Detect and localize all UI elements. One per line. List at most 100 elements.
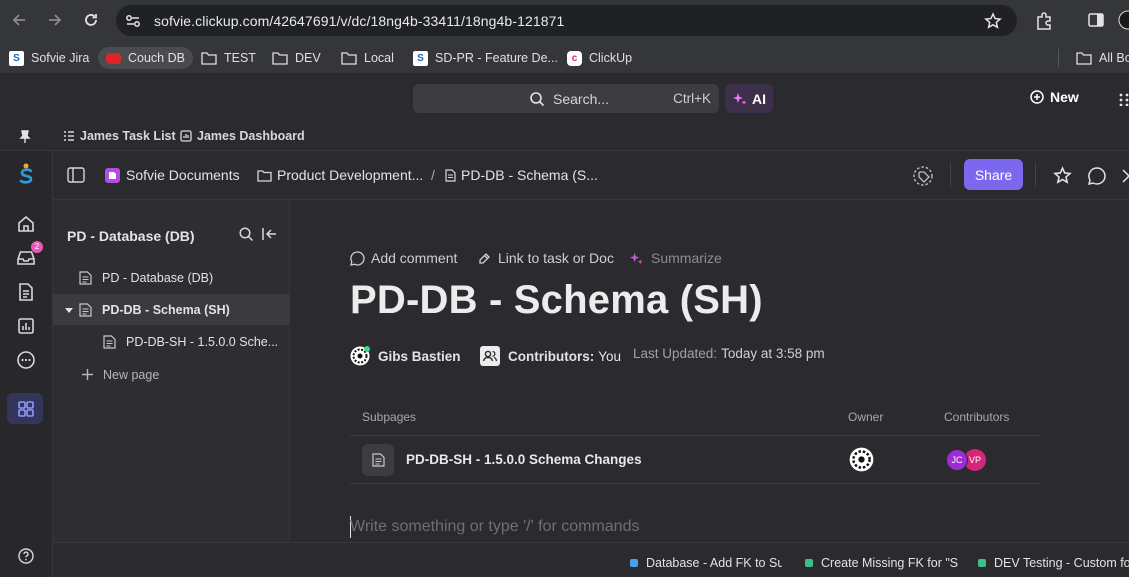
workspace-logo[interactable] [17, 163, 37, 184]
favorite-james-task-list[interactable]: James Task List [63, 129, 176, 143]
doc-icon [79, 270, 92, 285]
doc-page: Add comment Link to task or Doc Summariz… [290, 200, 1129, 542]
dashboard-icon [180, 130, 192, 142]
subpage-title[interactable]: PD-DB-SH - 1.5.0.0 Schema Changes [406, 452, 642, 467]
link-task-label: Link to task or Doc [498, 250, 614, 266]
comment-icon [350, 250, 365, 266]
search-icon[interactable] [239, 227, 254, 242]
spaces-grid-icon[interactable] [16, 399, 36, 419]
doc-sidebar: PD - Database (DB) PD - Database (DB) PD… [53, 200, 290, 542]
back-icon[interactable] [9, 10, 29, 30]
divider [950, 163, 951, 187]
breadcrumb-space-label: Sofvie Documents [126, 167, 240, 183]
bookmark-folder-dev[interactable]: DEV [266, 47, 327, 69]
doc-icon [79, 302, 92, 317]
share-button[interactable]: Share [964, 159, 1023, 190]
caret-down-icon[interactable] [65, 306, 73, 314]
search-shortcut: Ctrl+K [673, 91, 711, 106]
bookmark-star-icon[interactable] [984, 12, 1002, 30]
tree-item-schema[interactable]: PD-DB - Schema (SH) [53, 294, 289, 325]
inbox-badge: 2 [31, 241, 43, 253]
dashboards-icon[interactable] [16, 316, 36, 336]
folder-icon [201, 51, 217, 65]
new-label: New [1050, 89, 1079, 105]
tray-task[interactable]: Database - Add FK to Sub [630, 556, 782, 570]
search-input[interactable]: Search... Ctrl+K [413, 84, 719, 113]
page-title[interactable]: PD-DB - Schema (SH) [350, 278, 763, 323]
couchdb-favicon [106, 52, 121, 64]
profile-avatar[interactable] [1118, 10, 1129, 30]
collapse-sidebar-icon[interactable] [262, 227, 278, 241]
link-icon [477, 251, 492, 266]
tray-task-label: Database - Add FK to Sub [646, 556, 782, 570]
bookmark-label: All Bo [1099, 51, 1129, 65]
bookmark-label: Sofvie Jira [31, 51, 90, 65]
workspace-rail: 2 [0, 151, 53, 577]
plus-icon [81, 368, 94, 381]
contributors-icon [480, 346, 500, 366]
add-comment-button[interactable]: Add comment [350, 250, 457, 266]
comment-icon[interactable] [1087, 166, 1107, 186]
apps-grid-icon[interactable] [1118, 92, 1129, 106]
tag-icon[interactable] [912, 165, 934, 187]
home-icon[interactable] [16, 214, 36, 234]
doc-contributors[interactable]: Contributors: You [480, 346, 621, 366]
breadcrumb-space[interactable]: Sofvie Documents [105, 167, 240, 183]
pin-icon[interactable] [19, 130, 31, 144]
tray-task[interactable]: Create Missing FK for "Sul [805, 556, 958, 570]
help-icon[interactable] [18, 548, 38, 568]
favorite-star-icon[interactable] [1053, 166, 1072, 185]
space-icon [105, 167, 120, 183]
table-row[interactable]: PD-DB-SH - 1.5.0.0 Schema Changes VP JC [350, 436, 1040, 483]
contributors-value: You [598, 348, 622, 364]
breadcrumb-doc[interactable]: PD-DB - Schema (S... [445, 167, 598, 183]
breadcrumb-folder[interactable]: Product Development... [257, 167, 423, 183]
tree-item-database[interactable]: PD - Database (DB) [53, 262, 289, 293]
browser-toolbar: sofvie.clickup.com/42647691/v/dc/18ng4b-… [0, 0, 1129, 41]
author-name: Gibs Bastien [378, 348, 461, 364]
task-status-square [630, 559, 638, 567]
editor-input[interactable]: Write something or type '/' for commands [350, 518, 639, 536]
plus-circle-icon [1030, 90, 1044, 104]
side-panel-icon[interactable] [1087, 11, 1105, 29]
favorite-james-dashboard[interactable]: James Dashboard [180, 129, 305, 143]
bookmark-clickup[interactable]: c ClickUp [561, 47, 638, 69]
ai-button[interactable]: AI [725, 84, 773, 113]
bookmark-sofvie-jira[interactable]: S Sofvie Jira [3, 47, 95, 69]
url-text[interactable]: sofvie.clickup.com/42647691/v/dc/18ng4b-… [154, 13, 564, 29]
doc-author[interactable]: Gibs Bastien [350, 346, 461, 366]
bookmark-folder-local[interactable]: Local [335, 47, 400, 69]
forward-icon[interactable] [45, 10, 65, 30]
extensions-icon[interactable] [1034, 11, 1054, 31]
summarize-button[interactable]: Summarize [629, 250, 722, 266]
sofvie-favicon: S [9, 50, 24, 66]
bookmark-folder-test[interactable]: TEST [195, 47, 262, 69]
link-task-button[interactable]: Link to task or Doc [477, 250, 614, 266]
tree-item-schema-changes[interactable]: PD-DB-SH - 1.5.0.0 Sche... [53, 326, 289, 357]
docs-icon[interactable] [16, 282, 36, 302]
reload-icon[interactable] [81, 10, 101, 30]
favorite-label: James Task List [80, 129, 176, 143]
doc-sidebar-title: PD - Database (DB) [67, 228, 195, 244]
task-status-square [978, 559, 986, 567]
site-settings-icon[interactable] [124, 12, 142, 30]
breadcrumb-folder-label: Product Development... [277, 167, 424, 183]
bookmark-couch-db[interactable]: Couch DB [98, 47, 193, 69]
more-icon[interactable] [16, 350, 36, 370]
search-placeholder: Search... [553, 91, 610, 107]
ai-sparkle-icon [629, 251, 644, 266]
tray-task[interactable]: DEV Testing - Custom for [978, 556, 1129, 570]
sidebar-toggle-icon[interactable] [67, 167, 85, 183]
bookmark-sd-pr[interactable]: S SD-PR - Feature De... [407, 47, 564, 69]
folder-icon [1076, 51, 1092, 65]
favorites-bar: James Task List James Dashboard [0, 124, 1129, 151]
owner-avatar [849, 447, 874, 472]
collapse-icon[interactable] [1121, 167, 1129, 185]
breadcrumb-separator: / [431, 167, 435, 183]
bookmarks-divider [1058, 49, 1059, 67]
bookmark-all-bookmarks[interactable]: All Bo [1070, 47, 1129, 69]
tree-item-label: PD - Database (DB) [102, 270, 214, 285]
address-bar[interactable]: sofvie.clickup.com/42647691/v/dc/18ng4b-… [116, 5, 1017, 36]
new-button[interactable]: New [1030, 89, 1079, 105]
new-page-button[interactable]: New page [53, 359, 289, 390]
